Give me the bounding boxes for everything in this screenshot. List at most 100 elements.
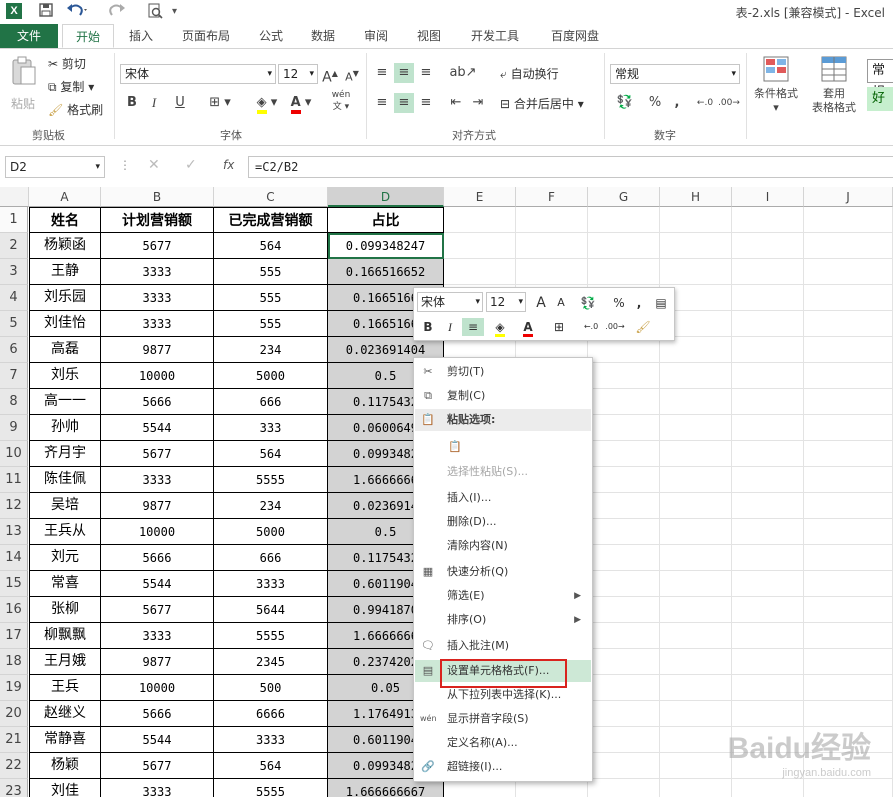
empty-cell[interactable] (588, 779, 660, 797)
empty-cell[interactable] (660, 519, 732, 545)
tab-home[interactable]: 开始 (62, 24, 114, 48)
table-cell[interactable]: 9877 (101, 337, 214, 363)
empty-cell[interactable] (732, 389, 804, 415)
mini-accounting-icon[interactable]: 💱 (576, 294, 600, 312)
empty-cell[interactable] (804, 389, 893, 415)
empty-cell[interactable] (804, 259, 893, 285)
empty-cell[interactable] (660, 675, 732, 701)
table-cell[interactable]: 高一一 (29, 389, 101, 415)
empty-cell[interactable] (588, 519, 660, 545)
merge-center-button[interactable]: ⊟ 合并后居中 ▾ (500, 95, 584, 113)
empty-cell[interactable] (660, 415, 732, 441)
empty-cell[interactable] (804, 285, 893, 311)
empty-cell[interactable] (660, 597, 732, 623)
empty-cell[interactable] (804, 675, 893, 701)
table-cell[interactable]: 0.166516652 (328, 259, 444, 285)
table-cell[interactable]: 3333 (214, 571, 328, 597)
table-cell[interactable]: 常喜 (29, 571, 101, 597)
menu-item-copy[interactable]: ⧉ 复制(C) (415, 385, 591, 407)
table-cell[interactable]: 5677 (101, 753, 214, 779)
comma-button[interactable]: , (668, 93, 686, 113)
empty-cell[interactable] (804, 337, 893, 363)
menu-item-insert-comment[interactable]: 🗨 插入批注(M) (415, 635, 591, 657)
row-header[interactable]: 2 (0, 233, 28, 259)
redo-icon[interactable] (106, 2, 128, 25)
empty-cell[interactable] (660, 701, 732, 727)
empty-cell[interactable] (732, 649, 804, 675)
empty-cell[interactable] (804, 597, 893, 623)
tab-insert[interactable]: 插入 (118, 24, 164, 48)
empty-cell[interactable] (732, 415, 804, 441)
table-header-cell[interactable]: 占比 (328, 207, 444, 233)
menu-item-insert[interactable]: 插入(I)... (415, 487, 591, 509)
wrap-text-button[interactable]: ⤶ 自动换行 (500, 65, 559, 83)
row-header[interactable]: 22 (0, 753, 28, 779)
table-cell[interactable]: 刘佳怡 (29, 311, 101, 337)
table-cell[interactable]: 5666 (101, 389, 214, 415)
empty-cell[interactable] (588, 389, 660, 415)
name-box[interactable]: D2 ▾ (5, 156, 105, 178)
table-cell[interactable]: 5000 (214, 363, 328, 389)
align-top-icon[interactable]: ≡ (372, 63, 392, 83)
empty-cell[interactable] (732, 207, 804, 233)
empty-cell[interactable] (660, 727, 732, 753)
empty-cell[interactable] (732, 337, 804, 363)
align-middle-icon[interactable]: ≡ (394, 63, 414, 83)
mini-format-table-icon[interactable]: ▤ (652, 294, 670, 312)
table-cell[interactable]: 常静喜 (29, 727, 101, 753)
phonetic-button[interactable]: wén 文 ▾ (326, 89, 356, 113)
mini-font-size[interactable]: 12 ▾ (486, 292, 526, 312)
column-header[interactable]: E (444, 187, 516, 207)
table-cell[interactable]: 666 (214, 545, 328, 571)
table-cell[interactable]: 齐月宇 (29, 441, 101, 467)
empty-cell[interactable] (588, 545, 660, 571)
row-header[interactable]: 13 (0, 519, 28, 545)
copy-button[interactable]: ⧉ 复制 ▾ (48, 78, 94, 96)
empty-cell[interactable] (588, 467, 660, 493)
column-header[interactable]: F (516, 187, 588, 207)
table-cell[interactable]: 刘佳 (29, 779, 101, 797)
empty-cell[interactable] (732, 441, 804, 467)
menu-item-show-phonetic[interactable]: wén 显示拼音字段(S) (415, 708, 591, 730)
empty-cell[interactable] (588, 623, 660, 649)
table-cell[interactable]: 3333 (101, 623, 214, 649)
row-header[interactable]: 16 (0, 597, 28, 623)
empty-cell[interactable] (804, 779, 893, 797)
table-cell[interactable]: 王静 (29, 259, 101, 285)
table-cell[interactable]: 5544 (101, 415, 214, 441)
table-cell[interactable]: 564 (214, 233, 328, 259)
empty-cell[interactable] (660, 363, 732, 389)
table-cell[interactable]: 234 (214, 337, 328, 363)
decrease-indent-icon[interactable]: ⇤ (446, 93, 466, 113)
fill-color-button[interactable]: ◈ ▾ (250, 93, 284, 114)
format-painter-button[interactable]: 🖌 格式刷 (48, 101, 103, 119)
empty-cell[interactable] (660, 207, 732, 233)
empty-cell[interactable] (588, 441, 660, 467)
empty-cell[interactable] (732, 467, 804, 493)
align-center-icon[interactable]: ≡ (394, 93, 414, 113)
row-header[interactable]: 17 (0, 623, 28, 649)
table-cell[interactable]: 10000 (101, 675, 214, 701)
paste-button[interactable]: 粘贴 (8, 55, 38, 119)
empty-cell[interactable] (660, 753, 732, 779)
align-right-icon[interactable]: ≡ (416, 93, 436, 113)
table-cell[interactable]: 5666 (101, 701, 214, 727)
empty-cell[interactable] (804, 233, 893, 259)
table-cell[interactable]: 5544 (101, 571, 214, 597)
table-cell[interactable]: 555 (214, 311, 328, 337)
tab-developer[interactable]: 开发工具 (460, 24, 530, 48)
empty-cell[interactable] (588, 415, 660, 441)
empty-cell[interactable] (804, 571, 893, 597)
table-cell[interactable]: 王月娥 (29, 649, 101, 675)
mini-borders-icon[interactable]: ⊞ (548, 318, 570, 336)
empty-cell[interactable] (732, 363, 804, 389)
column-header[interactable]: C (214, 187, 328, 207)
empty-cell[interactable] (516, 233, 588, 259)
table-cell[interactable]: 杨颖函 (29, 233, 101, 259)
table-cell[interactable]: 564 (214, 441, 328, 467)
empty-cell[interactable] (516, 207, 588, 233)
empty-cell[interactable] (660, 545, 732, 571)
mini-font-name[interactable]: 宋体 ▾ (417, 292, 483, 312)
empty-cell[interactable] (588, 493, 660, 519)
mini-comma[interactable]: , (630, 294, 648, 312)
